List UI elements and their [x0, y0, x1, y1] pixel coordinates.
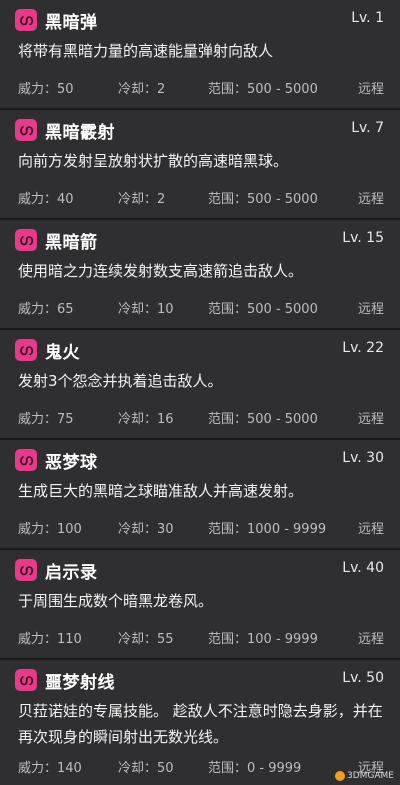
watermark-logo-icon [334, 771, 345, 781]
skill-description: 将带有黑暗力量的高速能量弹射向敌人 [18, 42, 274, 60]
skill-power: 威力：100 [18, 522, 82, 537]
skill-cooldown: 冷却：16 [118, 412, 174, 427]
skill-type: 远程 [357, 82, 384, 97]
skill-card: ഗ 噩梦射线 Lv. 50 贝菈诺娃的专属技能。 趁敌人不注意时隐去身影，并在再… [0, 660, 400, 785]
skill-stats: 威力：65 冷却：10 范围：500 - 5000 远程 [18, 298, 384, 317]
skill-range: 范围：500 - 5000 [208, 192, 318, 207]
skill-type: 远程 [357, 192, 384, 207]
skill-card: ഗ 鬼火 Lv. 22 发射3个怨念并执着追击敌人。 威力：75 冷却：16 范… [0, 330, 400, 440]
skill-level: Lv. 50 [342, 670, 384, 686]
skill-cooldown: 冷却：10 [118, 302, 174, 317]
skill-description: 贝菈诺娃的专属技能。 趁敌人不注意时隐去身影，并在再次现身的瞬间射出无数光线。 [18, 702, 383, 746]
shadow-swirl-icon: ഗ [15, 339, 37, 361]
skill-name: 启示录 [45, 562, 98, 583]
skill-power: 威力：140 [18, 761, 82, 776]
skill-level: Lv. 7 [351, 120, 384, 136]
skill-power: 威力：110 [18, 632, 82, 647]
skill-name: 鬼火 [45, 342, 80, 363]
skill-cooldown: 冷却：2 [118, 192, 166, 207]
watermark-text: 3DMGAME [346, 771, 394, 781]
skill-header: ഗ 黑暗弹 [15, 8, 98, 33]
skill-cooldown: 冷却：30 [118, 522, 174, 537]
skill-header: ഗ 黑暗箭 [15, 228, 98, 253]
skill-power: 威力：65 [18, 302, 74, 317]
skill-card: ഗ 黑暗箭 Lv. 15 使用暗之力连续发射数支高速箭追击敌人。 威力：65 冷… [0, 220, 400, 330]
skill-name: 黑暗箭 [45, 232, 98, 253]
skill-description: 发射3个怨念并执着追击敌人。 [18, 372, 223, 390]
skill-card: ഗ 黑暗弹 Lv. 1 将带有黑暗力量的高速能量弹射向敌人 威力：50 冷却：2… [0, 0, 400, 110]
shadow-swirl-icon: ഗ [15, 669, 37, 691]
skill-level: Lv. 22 [342, 340, 384, 356]
skill-header: ഗ 启示录 [15, 558, 98, 583]
skill-card: ഗ 启示录 Lv. 40 于周围生成数个暗黑龙卷风。 威力：110 冷却：55 … [0, 550, 400, 660]
skill-card: ഗ 恶梦球 Lv. 30 生成巨大的黑暗之球瞄准敌人并高速发射。 威力：100 … [0, 440, 400, 550]
skill-header: ഗ 噩梦射线 [15, 668, 115, 693]
skill-description: 向前方发射呈放射状扩散的高速暗黑球。 [18, 152, 289, 170]
skill-range: 范围：1000 - 9999 [208, 522, 327, 537]
skill-range: 范围：100 - 9999 [208, 632, 318, 647]
skill-header: ഗ 黑暗霰射 [15, 118, 115, 143]
shadow-swirl-icon: ഗ [15, 449, 37, 471]
skill-header: ഗ 恶梦球 [15, 448, 98, 473]
skill-header: ഗ 鬼火 [15, 338, 80, 363]
skill-cooldown: 冷却：2 [118, 82, 166, 97]
skill-cooldown: 冷却：55 [118, 632, 174, 647]
skill-level: Lv. 40 [342, 560, 384, 576]
skill-stats: 威力：50 冷却：2 范围：500 - 5000 远程 [18, 78, 384, 97]
skill-description: 使用暗之力连续发射数支高速箭追击敌人。 [18, 262, 304, 280]
skill-type: 远程 [357, 632, 384, 647]
shadow-swirl-icon: ഗ [15, 559, 37, 581]
skill-power: 威力：40 [18, 192, 74, 207]
skill-range: 范围：0 - 9999 [208, 761, 302, 776]
skill-power: 威力：50 [18, 82, 74, 97]
skill-name: 噩梦射线 [45, 672, 115, 693]
skill-level: Lv. 30 [342, 450, 384, 466]
skill-description: 生成巨大的黑暗之球瞄准敌人并高速发射。 [18, 482, 304, 500]
skill-type: 远程 [357, 522, 384, 537]
skill-range: 范围：500 - 5000 [208, 82, 318, 97]
skill-level: Lv. 15 [342, 230, 384, 246]
skill-type: 远程 [357, 302, 384, 317]
watermark: 3DMGAME [334, 771, 394, 781]
shadow-swirl-icon: ഗ [15, 9, 37, 31]
skill-range: 范围：500 - 5000 [208, 412, 318, 427]
skill-stats: 威力：100 冷却：30 范围：1000 - 9999 远程 [18, 518, 384, 537]
shadow-swirl-icon: ഗ [15, 229, 37, 251]
skill-stats: 威力：140 冷却：50 范围：0 - 9999 远程 [18, 757, 384, 776]
skill-cooldown: 冷却：50 [118, 761, 174, 776]
skill-stats: 威力：110 冷却：55 范围：100 - 9999 远程 [18, 628, 384, 647]
skill-description: 于周围生成数个暗黑龙卷风。 [18, 592, 214, 610]
skill-range: 范围：500 - 5000 [208, 302, 318, 317]
skill-power: 威力：75 [18, 412, 74, 427]
skill-type: 远程 [357, 412, 384, 427]
skill-stats: 威力：40 冷却：2 范围：500 - 5000 远程 [18, 188, 384, 207]
shadow-swirl-icon: ഗ [15, 119, 37, 141]
skill-stats: 威力：75 冷却：16 范围：500 - 5000 远程 [18, 408, 384, 427]
skill-name: 黑暗弹 [45, 12, 98, 33]
skill-name: 恶梦球 [45, 452, 98, 473]
skill-name: 黑暗霰射 [45, 122, 115, 143]
skill-level: Lv. 1 [351, 10, 384, 26]
skill-card: ഗ 黑暗霰射 Lv. 7 向前方发射呈放射状扩散的高速暗黑球。 威力：40 冷却… [0, 110, 400, 220]
